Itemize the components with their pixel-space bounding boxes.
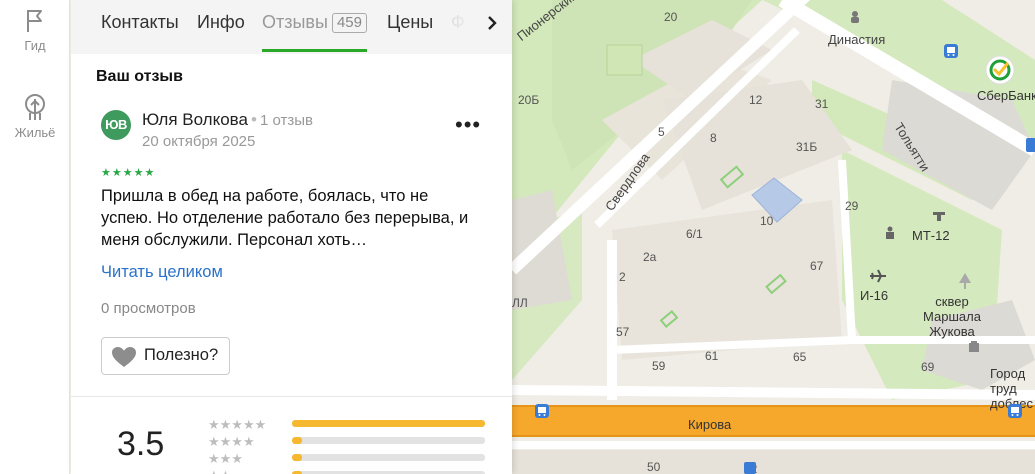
- poi-label-i16[interactable]: И-16: [860, 288, 888, 303]
- tab-contacts[interactable]: Контакты: [101, 12, 179, 33]
- tab-reviews[interactable]: Отзывы 459: [262, 12, 367, 33]
- poi-label-mt12[interactable]: МТ-12: [912, 228, 950, 243]
- rating-row-bar: [292, 420, 485, 427]
- rating-row-stars: ★★: [208, 468, 231, 474]
- house-number: 65: [793, 350, 807, 364]
- review-text: Пришла в обед на работе, боялась, что не…: [101, 187, 469, 249]
- map-canvas: [512, 0, 1035, 474]
- section-divider: [71, 396, 512, 397]
- useful-label: Полезно?: [144, 346, 219, 364]
- review-date: 20 октября 2025: [142, 133, 256, 150]
- tab-contacts-label: Контакты: [101, 12, 179, 32]
- house-number: 6/1: [686, 227, 703, 241]
- monument-icon[interactable]: [967, 340, 981, 354]
- rating-row-stars: ★★★: [208, 451, 243, 466]
- monument-icon[interactable]: [884, 226, 896, 240]
- author-name: Юля Волкова: [142, 110, 248, 129]
- tab-prices[interactable]: Цены: [387, 12, 433, 33]
- rail-label-housing: Жильё: [14, 125, 56, 140]
- read-more-link[interactable]: Читать целиком: [101, 263, 223, 282]
- bus-stop-icon[interactable]: [535, 404, 549, 418]
- rating-row-fill: [292, 437, 302, 444]
- rating-row-stars: ★★★★★: [208, 417, 267, 432]
- rating-row-fill: [292, 454, 302, 461]
- tab-reviews-label: Отзывы: [262, 12, 328, 32]
- heart-icon: [112, 347, 136, 367]
- flag-icon: [27, 10, 42, 32]
- house-number: 50: [647, 460, 661, 474]
- rail-item-guide[interactable]: Гид: [0, 8, 70, 53]
- reviews-count-badge: 459: [331, 13, 367, 33]
- house-number: 31: [815, 97, 829, 111]
- more-options-button[interactable]: •••: [455, 112, 481, 138]
- house-number: 69: [921, 360, 935, 374]
- monument-icon[interactable]: [932, 210, 946, 222]
- tabs-scroll-right-button[interactable]: [486, 14, 498, 37]
- author-review-count: 1 отзыв: [259, 112, 313, 129]
- place-panel: Контакты Инфо Отзывы459 Цены Ф Ваш отзыв…: [71, 0, 512, 474]
- bus-stop-icon[interactable]: [744, 462, 756, 474]
- views-count: 0 просмотров: [101, 300, 196, 317]
- your-review-title: Ваш отзыв: [96, 68, 183, 85]
- tab-info[interactable]: Инфо: [197, 12, 245, 33]
- house-number: ЛЛ: [512, 296, 528, 310]
- rail-item-housing[interactable]: Жильё: [0, 93, 70, 140]
- house-number: 31Б: [796, 140, 818, 154]
- house-number: 20: [664, 10, 678, 24]
- active-tab-indicator: [262, 49, 367, 52]
- house-number: 20Б: [518, 93, 540, 107]
- sberbank-logo-icon[interactable]: [985, 55, 1015, 85]
- poi-label-sberbank[interactable]: СберБанк: [977, 88, 1035, 103]
- poi-label-dinastiya[interactable]: Династия: [828, 32, 885, 47]
- street-label-kirova: Кирова: [688, 417, 732, 432]
- review-stars: ★★★★★: [101, 167, 156, 179]
- author-separator: •: [250, 110, 257, 129]
- app-root: Гид Жильё Контакты Инфо Отзывы459 Цены Ф…: [0, 0, 1035, 474]
- rating-row-bar: [292, 437, 485, 444]
- house-number: 61: [705, 349, 719, 363]
- house-number: 2: [619, 270, 626, 284]
- rating-value: 3.5: [117, 425, 165, 463]
- bus-stop-icon[interactable]: [1008, 404, 1022, 418]
- tab-bar: Контакты Инфо Отзывы459 Цены Ф: [71, 0, 512, 54]
- house-number: 5: [658, 125, 665, 139]
- chevron-right-icon: [488, 16, 497, 30]
- house-number: 57: [616, 325, 630, 339]
- airplane-icon[interactable]: [869, 268, 887, 284]
- house-number: 8: [710, 131, 717, 145]
- house-number: 59: [652, 359, 666, 373]
- rating-row-bar: [292, 454, 485, 461]
- rating-row-fill: [292, 420, 485, 427]
- house-number: 29: [845, 199, 859, 213]
- tab-info-label: Инфо: [197, 12, 245, 32]
- avatar[interactable]: ЮВ: [101, 110, 131, 140]
- map[interactable]: Пионерский Свердлова Тольятти Кирова 20 …: [512, 0, 1035, 474]
- rating-row-stars: ★★★★: [208, 434, 255, 449]
- bus-stop-icon[interactable]: [1026, 138, 1035, 152]
- review-author[interactable]: Юля Волкова • 1 отзыв: [142, 110, 313, 130]
- left-rail: Гид Жильё: [0, 0, 70, 474]
- rail-label-guide: Гид: [24, 38, 46, 53]
- house-icon: [25, 94, 45, 120]
- house-number: 2а: [643, 250, 657, 264]
- bus-stop-icon[interactable]: [944, 44, 958, 58]
- poi-label-zhukov-square[interactable]: сквер Маршала Жукова: [907, 294, 997, 339]
- house-number: 12: [749, 93, 763, 107]
- house-number: 10: [760, 214, 774, 228]
- park-icon[interactable]: [957, 272, 973, 290]
- useful-button[interactable]: Полезно?: [101, 337, 230, 375]
- dinastiya-poi-icon[interactable]: [849, 10, 861, 24]
- house-number: 67: [810, 259, 824, 273]
- tab-prices-label: Цены: [387, 12, 434, 32]
- tabs-fade-overlay: [442, 0, 482, 54]
